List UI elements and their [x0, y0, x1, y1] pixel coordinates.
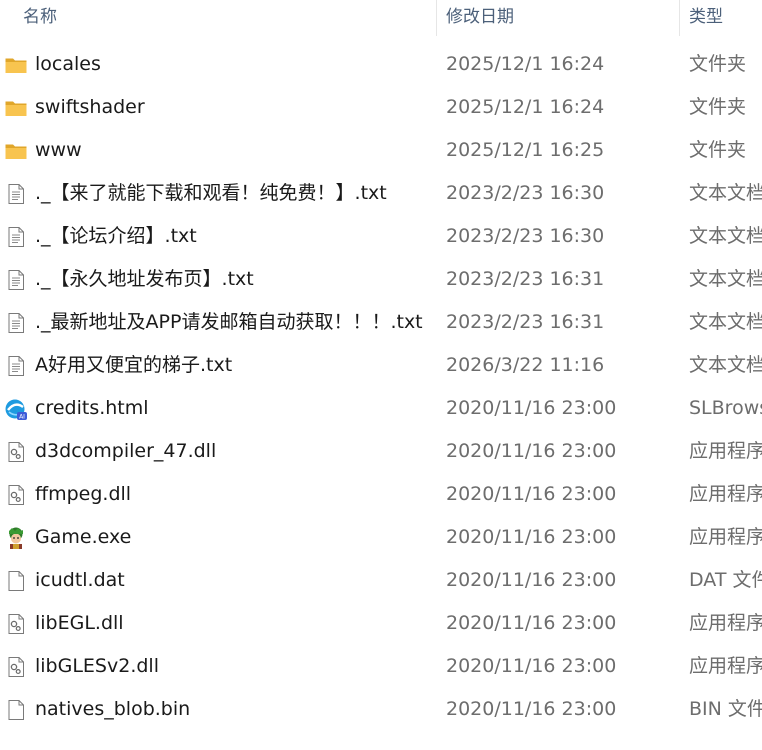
file-row[interactable]: libGLESv2.dll 2020/11/16 23:00 应用程序扩展 [0, 645, 762, 688]
column-header-type[interactable]: 类型 [679, 0, 762, 36]
file-name: ._【来了就能下载和观看！纯免费！】.txt [35, 182, 387, 204]
file-type: 文本文档 [689, 354, 762, 376]
file-type: BIN 文件 [689, 698, 762, 720]
dll-file-icon [4, 612, 28, 636]
file-type: 文件夹 [689, 139, 747, 161]
file-name: natives_blob.bin [35, 698, 191, 720]
file-type: DAT 文件 [689, 569, 762, 591]
dll-file-icon [4, 440, 28, 464]
file-type: 应用程序扩展 [689, 612, 762, 634]
file-type: 文本文档 [689, 311, 762, 333]
file-name: A好用又便宜的梯子.txt [35, 354, 233, 376]
file-date-modified: 2020/11/16 23:00 [446, 569, 617, 591]
column-header-bar: 名称 ^ 修改日期 类型 [0, 0, 762, 36]
file-date-modified: 2025/12/1 16:24 [446, 53, 605, 75]
column-header-name[interactable]: 名称 [0, 0, 436, 36]
file-date-modified: 2023/2/23 16:30 [446, 182, 605, 204]
column-header-date-modified[interactable]: 修改日期 [436, 0, 679, 36]
file-date-modified: 2023/2/23 16:31 [446, 268, 605, 290]
file-date-modified: 2025/12/1 16:25 [446, 139, 605, 161]
text-file-icon [4, 268, 28, 292]
file-row[interactable]: ffmpeg.dll 2020/11/16 23:00 应用程序扩展 [0, 473, 762, 516]
file-date-modified: 2025/12/1 16:24 [446, 96, 605, 118]
file-name: www [35, 139, 82, 161]
file-row[interactable]: www 2025/12/1 16:25 文件夹 [0, 129, 762, 172]
blank-file-icon [4, 698, 28, 722]
file-type: 应用程序扩展 [689, 483, 762, 505]
file-type: SLBrowser [689, 397, 762, 419]
file-name: Game.exe [35, 526, 132, 548]
file-row[interactable]: icudtl.dat 2020/11/16 23:00 DAT 文件 [0, 559, 762, 602]
file-row[interactable]: ._【永久地址发布页】.txt 2023/2/23 16:31 文本文档 [0, 258, 762, 301]
folder-file-icon [4, 96, 28, 120]
file-row[interactable]: natives_blob.bin 2020/11/16 23:00 BIN 文件 [0, 688, 762, 731]
file-name: ._最新地址及APP请发邮箱自动获取！！！.txt [35, 311, 423, 333]
dll-file-icon [4, 483, 28, 507]
file-name: credits.html [35, 397, 149, 419]
file-name: ._【论坛介绍】.txt [35, 225, 197, 247]
file-type: 文件夹 [689, 96, 747, 118]
file-name: swiftshader [35, 96, 145, 118]
file-date-modified: 2020/11/16 23:00 [446, 698, 617, 720]
file-row[interactable]: A好用又便宜的梯子.txt 2026/3/22 11:16 文本文档 [0, 344, 762, 387]
file-date-modified: 2023/2/23 16:30 [446, 225, 605, 247]
svg-text:AI: AI [19, 414, 25, 421]
file-name: ._【永久地址发布页】.txt [35, 268, 254, 290]
file-date-modified: 2020/11/16 23:00 [446, 483, 617, 505]
file-row[interactable]: ._【论坛介绍】.txt 2023/2/23 16:30 文本文档 [0, 215, 762, 258]
sort-indicator-icon: ^ [220, 0, 232, 4]
file-type: 应用程序扩展 [689, 655, 762, 677]
file-row[interactable]: d3dcompiler_47.dll 2020/11/16 23:00 应用程序扩展 [0, 430, 762, 473]
blank-file-icon [4, 569, 28, 593]
file-row[interactable]: libEGL.dll 2020/11/16 23:00 应用程序扩展 [0, 602, 762, 645]
file-date-modified: 2020/11/16 23:00 [446, 612, 617, 634]
text-file-icon [4, 182, 28, 206]
dll-file-icon [4, 655, 28, 679]
file-date-modified: 2020/11/16 23:00 [446, 397, 617, 419]
text-file-icon [4, 225, 28, 249]
file-date-modified: 2020/11/16 23:00 [446, 440, 617, 462]
file-list: locales 2025/12/1 16:24 文件夹 swiftshader 2025… [0, 43, 762, 731]
exe-file-icon [4, 526, 28, 550]
file-row[interactable]: Game.exe 2020/11/16 23:00 应用程序 [0, 516, 762, 559]
file-row[interactable]: swiftshader 2025/12/1 16:24 文件夹 [0, 86, 762, 129]
file-row[interactable]: ._最新地址及APP请发邮箱自动获取！！！.txt 2023/2/23 16:31… [0, 301, 762, 344]
file-type: 文本文档 [689, 268, 762, 290]
file-name: libGLESv2.dll [35, 655, 159, 677]
file-name: libEGL.dll [35, 612, 124, 634]
folder-file-icon [4, 139, 28, 163]
file-date-modified: 2020/11/16 23:00 [446, 655, 617, 677]
text-file-icon [4, 354, 28, 378]
file-name: d3dcompiler_47.dll [35, 440, 217, 462]
file-type: 文本文档 [689, 225, 762, 247]
text-file-icon [4, 311, 28, 335]
browser-file-icon: AI [4, 397, 28, 421]
file-name: icudtl.dat [35, 569, 125, 591]
file-type: 应用程序扩展 [689, 440, 762, 462]
file-name: ffmpeg.dll [35, 483, 132, 505]
file-type: 文本文档 [689, 182, 762, 204]
file-type: 应用程序 [689, 526, 762, 548]
file-row[interactable]: AI credits.html 2020/11/16 23:00 SLBrowser [0, 387, 762, 430]
file-date-modified: 2020/11/16 23:00 [446, 526, 617, 548]
file-date-modified: 2023/2/23 16:31 [446, 311, 605, 333]
file-name: locales [35, 53, 101, 75]
file-date-modified: 2026/3/22 11:16 [446, 354, 605, 376]
file-row[interactable]: ._【来了就能下载和观看！纯免费！】.txt 2023/2/23 16:30 文本文… [0, 172, 762, 215]
file-row[interactable]: locales 2025/12/1 16:24 文件夹 [0, 43, 762, 86]
file-type: 文件夹 [689, 53, 747, 75]
folder-file-icon [4, 53, 28, 77]
